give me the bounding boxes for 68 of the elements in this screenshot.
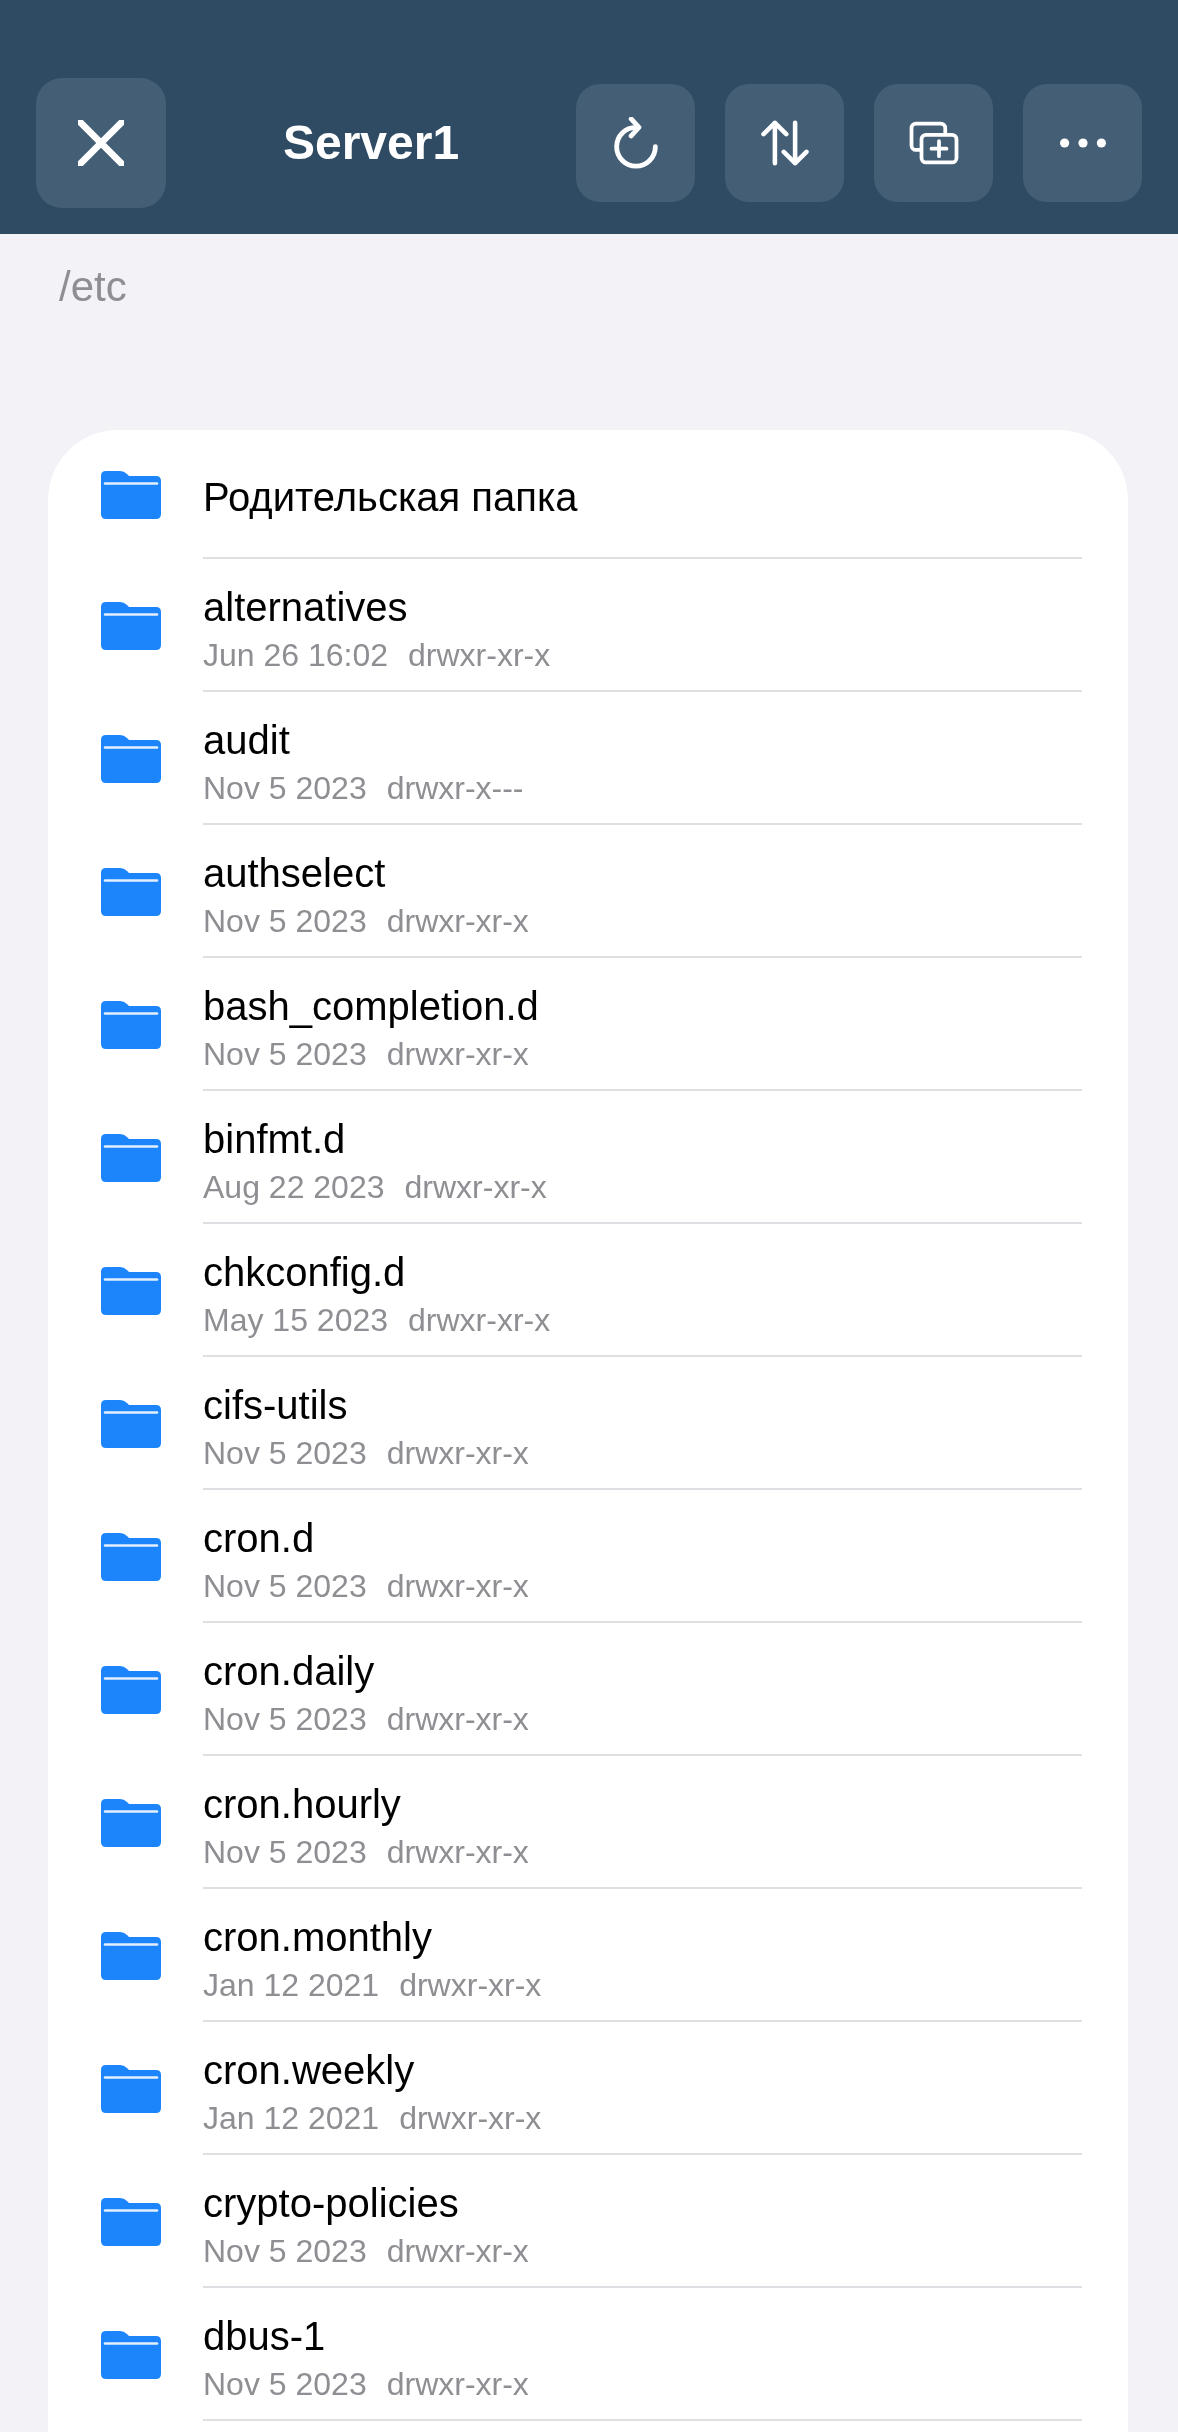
refresh-icon [613, 117, 658, 169]
permissions-text: drwxr-xr-x [386, 1434, 529, 1472]
permissions-text: drwxr-xr-x [386, 1035, 529, 1073]
modified-date: Jan 12 2021 [203, 1966, 380, 2004]
folder-icon [101, 1532, 161, 1581]
modified-date: Jan 12 2021 [203, 2099, 380, 2137]
window-title: Server1 [282, 115, 460, 171]
modified-date: Nov 5 2023 [203, 769, 367, 807]
permissions-text: drwxr-xr-x [399, 1966, 542, 2004]
folder-icon [101, 1931, 161, 1980]
folder-icon [101, 1133, 161, 1182]
folder-icon [101, 2197, 161, 2246]
sort-arrows-icon [760, 117, 809, 169]
parent-folder-link[interactable]: Родительская папка [203, 475, 578, 519]
folder-icon [101, 1266, 161, 1315]
folder-name[interactable]: audit [203, 718, 290, 762]
modified-date: Nov 5 2023 [203, 1434, 367, 1472]
close-icon [78, 120, 124, 166]
folder-name[interactable]: cron.weekly [203, 2048, 415, 2092]
modified-date: Nov 5 2023 [203, 1700, 367, 1738]
folder-name[interactable]: cron.d [203, 1516, 315, 1560]
modified-date: Nov 5 2023 [203, 2365, 367, 2403]
folder-name[interactable]: chkconfig.d [203, 1250, 406, 1294]
modified-date: Jun 26 16:02 [203, 636, 389, 674]
modified-date: Nov 5 2023 [203, 902, 367, 940]
permissions-text: drwxr-xr-x [386, 1833, 529, 1871]
folder-icon [101, 867, 161, 916]
folder-name[interactable]: alternatives [203, 585, 408, 629]
permissions-text: drwxr-xr-x [386, 2232, 529, 2270]
folder-name[interactable]: bash_completion.d [203, 984, 539, 1028]
folder-icon [101, 734, 161, 783]
folder-icon [101, 1000, 161, 1049]
folder-name[interactable]: binfmt.d [203, 1117, 346, 1161]
folder-icon [101, 470, 161, 519]
permissions-text: drwxr-x--- [386, 769, 524, 807]
path-label: /etc [59, 262, 127, 312]
permissions-text: drwxr-xr-x [399, 2099, 542, 2137]
folder-name[interactable]: cron.hourly [203, 1782, 401, 1826]
permissions-text: drwxr-xr-x [408, 1301, 551, 1339]
permissions-text: drwxr-xr-x [386, 2365, 529, 2403]
modified-date: Nov 5 2023 [203, 1833, 367, 1871]
folder-icon [101, 2330, 161, 2379]
permissions-text: drwxr-xr-x [386, 902, 529, 940]
folder-name[interactable]: crypto-policies [203, 2181, 459, 2225]
modified-date: Nov 5 2023 [203, 1567, 367, 1605]
folder-name[interactable]: cron.monthly [203, 1915, 432, 1959]
folder-icon [101, 1399, 161, 1448]
sort-button[interactable] [725, 84, 844, 202]
close-button[interactable] [36, 78, 166, 208]
folder-icon [101, 601, 161, 650]
permissions-text: drwxr-xr-x [386, 1700, 529, 1738]
modified-date: Nov 5 2023 [203, 1035, 367, 1073]
permissions-text: drwxr-xr-x [408, 636, 551, 674]
modified-date: Aug 22 2023 [203, 1168, 385, 1206]
folder-icon [101, 2064, 161, 2113]
permissions-text: drwxr-xr-x [404, 1168, 547, 1206]
modified-date: May 15 2023 [203, 1301, 388, 1339]
folder-name[interactable]: dbus-1 [203, 2314, 326, 2358]
folder-icon [101, 1798, 161, 1847]
folder-icon [101, 1665, 161, 1714]
folder-name[interactable]: cron.daily [203, 1649, 375, 1693]
folder-name[interactable]: authselect [203, 851, 386, 895]
permissions-text: drwxr-xr-x [386, 1567, 529, 1605]
more-icon [1059, 138, 1106, 148]
folder-name[interactable]: cifs-utils [203, 1383, 348, 1427]
modified-date: Nov 5 2023 [203, 2232, 367, 2270]
refresh-button[interactable] [576, 84, 695, 202]
new-window-button[interactable] [874, 84, 993, 202]
